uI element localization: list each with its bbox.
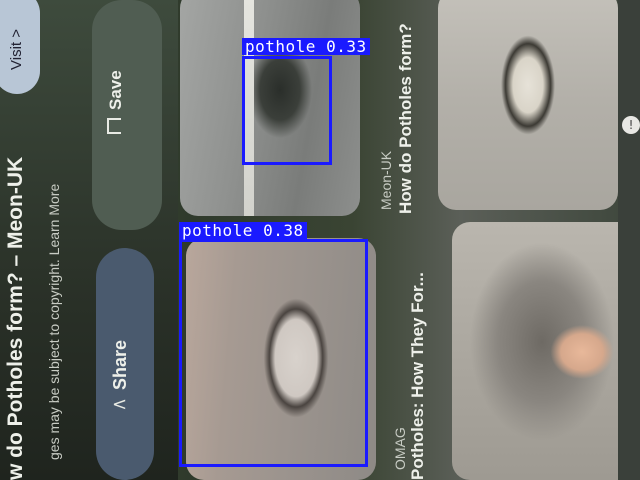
copyright-note: ges may be subject to copyright. Learn M… — [46, 183, 62, 460]
card2-title[interactable]: Potholes: How They For... — [408, 272, 428, 480]
share-button-label: Share — [110, 339, 130, 390]
bookmark-icon — [107, 118, 121, 134]
card1-source: Meon-UK — [378, 150, 394, 210]
page-title: w do Potholes form? – Meon-UK — [4, 156, 27, 480]
detection-box-1 — [242, 56, 332, 165]
detection-label-2: pothole 0.38 — [179, 222, 307, 239]
thumbnail-pothole-3[interactable] — [438, 0, 618, 210]
card1-title[interactable]: How do Potholes form? — [396, 23, 416, 214]
screen-right-edge — [618, 0, 640, 480]
detection-2-score: 0.38 — [263, 221, 304, 240]
detection-box-2 — [179, 239, 368, 467]
card2-source: OMAG — [392, 427, 408, 470]
share-icon: < — [112, 394, 128, 415]
info-icon[interactable]: ! — [622, 116, 640, 134]
save-button[interactable] — [92, 0, 162, 230]
visit-button-label: Visit > — [8, 29, 25, 70]
photo-scene: Visit > Save < Share w do Potholes form?… — [0, 0, 640, 480]
detection-1-class: pothole — [245, 37, 316, 56]
save-button-label: Save — [106, 70, 125, 110]
thumbnail-pothole-4[interactable] — [452, 222, 638, 480]
detection-2-class: pothole — [182, 221, 253, 240]
detection-1-score: 0.33 — [326, 37, 367, 56]
detection-label-1: pothole 0.33 — [242, 38, 370, 55]
